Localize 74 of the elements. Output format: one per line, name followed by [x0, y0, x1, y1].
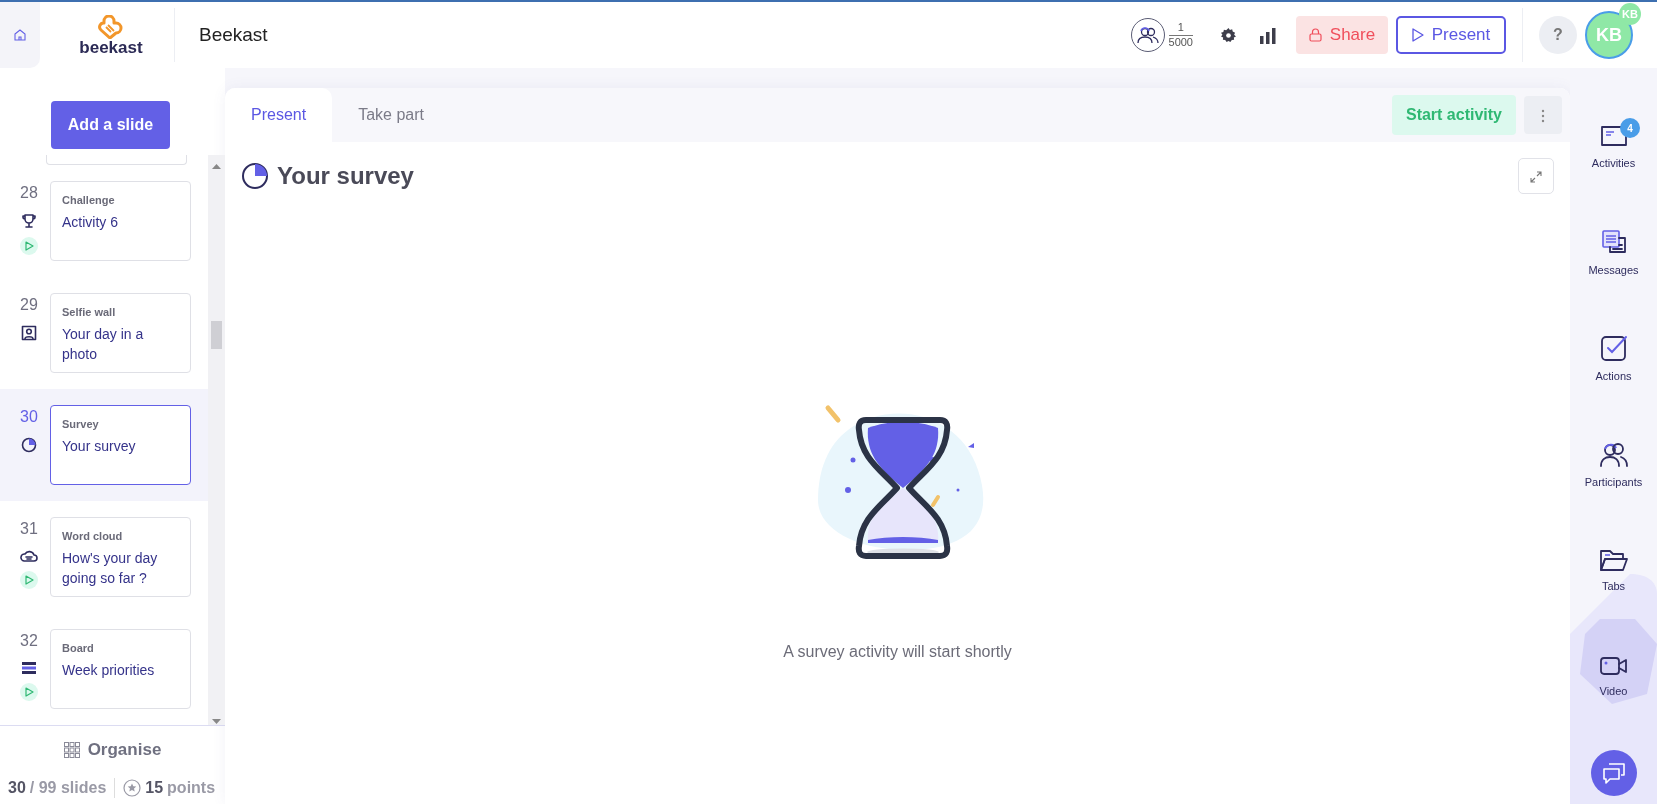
sidebar-tab[interactable]: Messages	[1570, 200, 1657, 306]
tab[interactable]: Present	[225, 88, 333, 142]
cloud-icon	[20, 549, 38, 563]
chat-icon	[1601, 762, 1626, 784]
presentation-title: Beekast	[199, 22, 268, 47]
logo-text: beekast	[79, 38, 143, 56]
slide-card[interactable]: Survey Your survey	[50, 405, 191, 485]
slide-type: Word cloud	[62, 529, 124, 544]
pie-chart-icon	[241, 162, 269, 190]
slide-heading: Your survey	[277, 161, 414, 191]
slide-title: Activity 6	[62, 212, 119, 232]
video-camera-icon	[1598, 654, 1629, 677]
slide-title: Your day in a photo	[62, 324, 145, 364]
play-icon	[1411, 28, 1424, 42]
slide-type: Board	[62, 641, 95, 656]
slide-number: 29	[20, 295, 38, 315]
tab[interactable]: Take part	[332, 88, 450, 142]
slide-type: Survey	[62, 417, 100, 432]
status-message: A survey activity will start shortly	[783, 642, 1012, 662]
play-button[interactable]	[20, 683, 38, 701]
participant-limit: 5000	[1168, 35, 1193, 48]
slide-title: Your survey	[62, 436, 137, 456]
add-slide-button[interactable]: Add a slide	[51, 101, 170, 149]
pie-chart-icon	[21, 437, 37, 453]
sidebar-tab[interactable]: Tabs	[1570, 518, 1657, 624]
expand-icon	[1530, 170, 1542, 183]
sidebar-tab[interactable]: Actions	[1570, 306, 1657, 412]
slide-title: How's your day going so far ?	[62, 548, 159, 588]
play-icon	[24, 241, 34, 251]
home-button[interactable]	[0, 2, 40, 68]
folder-icon	[1598, 547, 1629, 572]
sidebar-tab[interactable]: Participants	[1570, 412, 1657, 518]
points-count: 15	[145, 778, 164, 798]
slide-card[interactable]: Challenge Activity 6	[50, 181, 191, 261]
sidebar-tab[interactable]: Video	[1570, 624, 1657, 730]
board-icon	[21, 661, 37, 675]
play-button[interactable]	[20, 571, 38, 589]
kebab-icon	[1541, 108, 1545, 123]
points-label: points	[167, 778, 216, 798]
portrait-icon	[21, 325, 37, 341]
trophy-icon	[21, 213, 37, 229]
grid-icon	[63, 741, 80, 758]
slide-number: 30	[20, 407, 38, 427]
play-button[interactable]	[20, 237, 38, 255]
slide-title: Week priorities	[62, 660, 156, 680]
slide-number: 28	[20, 183, 38, 203]
present-button[interactable]: Present	[1396, 16, 1506, 54]
slide-card[interactable]: Word cloud How's your day going so far ?	[50, 517, 191, 597]
home-icon	[13, 28, 27, 42]
bar-chart-icon	[1260, 27, 1276, 44]
checkbox-icon	[1599, 333, 1628, 362]
participant-count: 1	[1168, 21, 1193, 36]
settings-icon	[1221, 28, 1236, 44]
scrollbar[interactable]	[208, 155, 225, 725]
play-icon	[24, 687, 34, 697]
slide-card[interactable]: Selfie wall Your day in a photo	[50, 293, 191, 373]
slide-total: / 99 slides	[29, 778, 107, 798]
people-icon	[1136, 26, 1159, 44]
fullscreen-button[interactable]	[1518, 158, 1554, 194]
count-badge: 4	[1620, 118, 1640, 138]
slide-card[interactable]	[46, 155, 187, 165]
slide-type: Challenge	[62, 193, 116, 208]
avatar-badge: KB	[1619, 3, 1641, 25]
lock-icon	[1308, 28, 1322, 42]
organise-button[interactable]: Organise	[59, 732, 166, 767]
slide-number: 32	[20, 631, 38, 651]
documents-icon	[1599, 227, 1628, 256]
sidebar-tab[interactable]: Activities 4	[1570, 94, 1657, 200]
play-icon	[24, 575, 34, 585]
slide-card[interactable]: Board Week priorities	[50, 629, 191, 709]
slide-number: 31	[20, 519, 38, 539]
current-slide-number: 30	[8, 778, 26, 798]
slide-type: Selfie wall	[62, 305, 117, 320]
help-button[interactable]: ?	[1539, 16, 1577, 54]
